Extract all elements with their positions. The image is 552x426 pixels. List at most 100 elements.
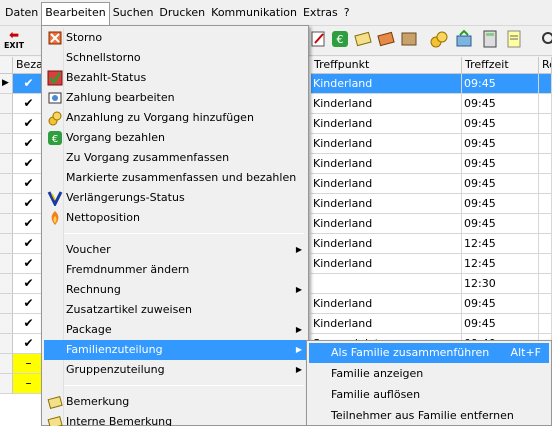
column-header-extra[interactable]: Re	[539, 57, 552, 74]
menu-item-zu-vorgang-zusammenfassen[interactable]: Zu Vorgang zusammenfassen	[44, 148, 306, 168]
menu-item-package[interactable]: Package ▶	[44, 320, 306, 340]
menu-item-familienzuteilung[interactable]: Familienzuteilung ▶	[44, 340, 306, 360]
transfer-icon[interactable]	[455, 30, 473, 48]
submenu-item-familie-aufloesen[interactable]: Familie auflösen	[309, 385, 549, 405]
row-indicator[interactable]	[0, 374, 13, 394]
treffzeit-cell[interactable]: 09:45	[462, 134, 539, 154]
treffzeit-cell[interactable]: 09:45	[462, 174, 539, 194]
menu-item-gruppenzuteilung[interactable]: Gruppenzuteilung ▶	[44, 360, 306, 380]
extra-cell[interactable]	[539, 154, 552, 174]
column-header-treffpunkt[interactable]: Treffpunkt	[311, 57, 462, 74]
menu-item-vorgang-bezahlen[interactable]: € Vorgang bezahlen	[44, 128, 306, 148]
treffpunkt-cell[interactable]: Kinderland	[311, 174, 462, 194]
extra-cell[interactable]	[539, 174, 552, 194]
row-indicator[interactable]	[0, 174, 13, 194]
treffzeit-cell[interactable]: 09:45	[462, 314, 539, 334]
note-icon[interactable]	[354, 30, 372, 48]
treffpunkt-cell[interactable]: Kinderland	[311, 214, 462, 234]
treffpunkt-cell[interactable]: Kinderland	[311, 194, 462, 214]
row-indicator[interactable]	[0, 194, 13, 214]
extra-cell[interactable]	[539, 274, 552, 294]
extra-cell[interactable]	[539, 134, 552, 154]
extra-cell[interactable]	[539, 114, 552, 134]
menu-item-zahlung-bearbeiten[interactable]: Zahlung bearbeiten	[44, 88, 306, 108]
row-indicator[interactable]	[0, 214, 13, 234]
treffpunkt-cell[interactable]: Kinderland	[311, 114, 462, 134]
row-indicator[interactable]	[0, 274, 13, 294]
edit-icon[interactable]	[309, 30, 327, 48]
treffzeit-cell[interactable]: 09:45	[462, 214, 539, 234]
row-indicator[interactable]	[0, 254, 13, 274]
menu-item-schnellstorno[interactable]: Schnellstorno	[44, 48, 306, 68]
treffpunkt-cell[interactable]: Kinderland	[311, 74, 462, 94]
row-indicator[interactable]	[0, 294, 13, 314]
row-indicator[interactable]	[0, 354, 13, 374]
menu-item-label: Schnellstorno	[66, 51, 141, 64]
treffpunkt-cell[interactable]: Kinderland	[311, 314, 462, 334]
tag-icon[interactable]	[400, 30, 418, 48]
menu-item-anzahlung-hinzufuegen[interactable]: Anzahlung zu Vorgang hinzufügen	[44, 108, 306, 128]
search-icon[interactable]	[540, 30, 552, 48]
treffzeit-cell[interactable]: 12:45	[462, 254, 539, 274]
submenu-item-teilnehmer-aus-familie-entfernen[interactable]: Teilnehmer aus Familie entfernen	[309, 406, 549, 426]
extra-cell[interactable]	[539, 294, 552, 314]
treffzeit-cell[interactable]: 09:45	[462, 294, 539, 314]
extra-cell[interactable]	[539, 254, 552, 274]
row-indicator[interactable]	[0, 154, 13, 174]
menu-item-rechnung[interactable]: Rechnung ▶	[44, 280, 306, 300]
menu-item-fremdnummer-aendern[interactable]: Fremdnummer ändern	[44, 260, 306, 280]
treffpunkt-cell[interactable]: Kinderland	[311, 134, 462, 154]
extra-cell[interactable]	[539, 314, 552, 334]
treffpunkt-cell[interactable]: Kinderland	[311, 94, 462, 114]
column-header-treffzeit[interactable]: Treffzeit	[462, 57, 539, 74]
menu-item-zusatzartikel-zuweisen[interactable]: Zusatzartikel zuweisen	[44, 300, 306, 320]
row-indicator[interactable]: ▶	[0, 74, 13, 94]
menu-item-verlaengerungs-status[interactable]: Verlängerungs-Status	[44, 188, 306, 208]
treffzeit-cell[interactable]: 09:45	[462, 114, 539, 134]
menu-drucken[interactable]: Drucken	[156, 2, 208, 24]
coins-icon[interactable]	[430, 30, 448, 48]
menu-suchen[interactable]: Suchen	[110, 2, 157, 24]
menu-daten[interactable]: Daten	[2, 2, 41, 24]
row-indicator[interactable]	[0, 134, 13, 154]
menu-item-voucher[interactable]: Voucher ▶	[44, 240, 306, 260]
menu-item-nettoposition[interactable]: Nettoposition	[44, 208, 306, 228]
treffzeit-cell[interactable]: 09:45	[462, 94, 539, 114]
menu-item-markierte-zusammenfassen-bezahlen[interactable]: Markierte zusammenfassen und bezahlen	[44, 168, 306, 188]
document-icon[interactable]	[505, 30, 523, 48]
treffpunkt-cell[interactable]: Kinderland	[311, 234, 462, 254]
notes-icon[interactable]	[377, 30, 395, 48]
row-indicator[interactable]	[0, 334, 13, 354]
menu-item-bezahlt-status[interactable]: Bezahlt-Status	[44, 68, 306, 88]
menu-extras[interactable]: Extras	[300, 2, 341, 24]
treffpunkt-cell[interactable]: Kinderland	[311, 294, 462, 314]
extra-cell[interactable]	[539, 234, 552, 254]
treffzeit-cell[interactable]: 09:45	[462, 154, 539, 174]
treffzeit-cell[interactable]: 09:45	[462, 194, 539, 214]
calculator-icon[interactable]	[481, 30, 499, 48]
extra-cell[interactable]	[539, 214, 552, 234]
row-indicator[interactable]	[0, 94, 13, 114]
treffzeit-cell[interactable]: 12:45	[462, 234, 539, 254]
row-indicator[interactable]	[0, 314, 13, 334]
row-indicator[interactable]	[0, 234, 13, 254]
menu-kommunikation[interactable]: Kommunikation	[208, 2, 300, 24]
submenu-item-familie-anzeigen[interactable]: Familie anzeigen	[309, 364, 549, 384]
extra-cell[interactable]	[539, 194, 552, 214]
treffzeit-cell[interactable]: 12:30	[462, 274, 539, 294]
exit-button[interactable]: ⬅ EXIT	[3, 29, 25, 53]
treffpunkt-cell[interactable]: Kinderland	[311, 254, 462, 274]
menu-item-interne-bemerkung[interactable]: Interne Bemerkung	[44, 412, 306, 426]
treffpunkt-cell[interactable]	[311, 274, 462, 294]
menu-help[interactable]: ?	[341, 2, 353, 24]
menu-item-bemerkung[interactable]: Bemerkung	[44, 392, 306, 412]
extra-cell[interactable]	[539, 94, 552, 114]
treffpunkt-cell[interactable]: Kinderland	[311, 154, 462, 174]
submenu-item-als-familie-zusammenfuehren[interactable]: Als Familie zusammenführen Alt+F	[309, 343, 549, 363]
euro-icon[interactable]: €	[331, 30, 349, 48]
menu-item-storno[interactable]: Storno	[44, 28, 306, 48]
row-indicator[interactable]	[0, 114, 13, 134]
extra-cell[interactable]	[539, 74, 552, 94]
menu-bearbeiten[interactable]: Bearbeiten	[41, 1, 110, 26]
treffzeit-cell[interactable]: 09:45	[462, 74, 539, 94]
